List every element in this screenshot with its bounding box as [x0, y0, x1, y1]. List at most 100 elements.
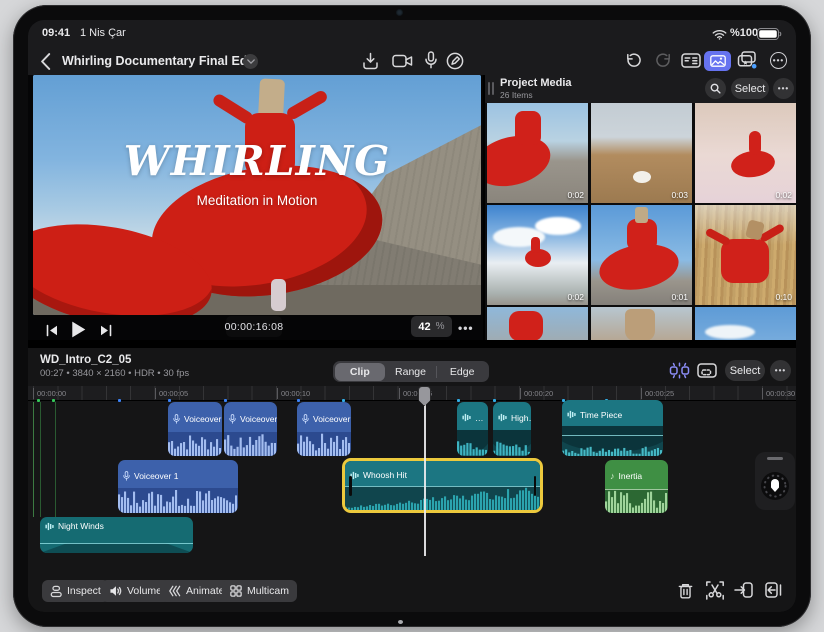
app-screen: 09:41 1 Nis Çar %100 Whirling Documentar… [28, 20, 796, 612]
status-date: 1 Nis Çar [80, 27, 126, 39]
ruler-label: 00:00:05 [155, 388, 188, 399]
delete-icon[interactable] [677, 582, 694, 600]
media-panel-header: Project Media 26 Items Select ••• [485, 75, 796, 103]
dancer-leg [271, 279, 286, 311]
timecode-display[interactable]: 00:00:16:08 [225, 316, 283, 337]
project-title-chevron-icon[interactable] [243, 54, 258, 69]
panel-drag-handle[interactable] [492, 82, 494, 95]
mode-clip[interactable]: Clip [334, 362, 386, 381]
search-icon[interactable] [705, 78, 726, 99]
timeline-clip-voiceover2b[interactable]: Voiceover 2 [224, 402, 277, 456]
ruler-label: 00:00:20 [520, 388, 553, 399]
marker-dot [224, 399, 227, 402]
mode-edge[interactable]: Edge [437, 363, 488, 381]
media-browser-toggle[interactable] [704, 51, 731, 71]
media-thumbnail[interactable]: 0:03 [591, 103, 692, 203]
clip-duration: 0:02 [567, 190, 584, 200]
playhead-line[interactable] [424, 386, 426, 556]
media-thumbnail[interactable]: 0:10 [695, 205, 796, 305]
timeline-clip-name: WD_Intro_C2_05 [40, 354, 132, 366]
multicam-icon [230, 585, 242, 597]
ruler-label: 00:00:00 [33, 388, 66, 399]
content-library-icon[interactable] [737, 51, 757, 69]
camera-icon[interactable] [392, 54, 413, 68]
clip-label: Voiceover 2 [240, 413, 277, 424]
media-item-count: 26 Items [500, 90, 533, 100]
media-thumbnail[interactable]: 0:02 [695, 103, 796, 203]
panel-drag-handle[interactable] [488, 82, 490, 95]
viewer-more-icon[interactable]: ••• [458, 321, 474, 335]
clip-label: Time Piece [580, 409, 623, 420]
timeline-clip-inertia[interactable]: ♪ Inertia [605, 460, 668, 513]
import-media-icon[interactable] [362, 52, 379, 70]
media-panel-title: Project Media [500, 77, 572, 89]
timeline-more-icon[interactable]: ••• [770, 360, 791, 381]
clip-duration: 0:03 [671, 190, 688, 200]
timeline-clip-voiceover1[interactable]: Voiceover 1 [118, 460, 238, 513]
media-thumbnail[interactable]: 0:02 [487, 205, 588, 305]
timeline-guide-line [33, 402, 34, 517]
volume-label: Volume [127, 585, 163, 597]
clip-overlay-mode-icon[interactable] [697, 362, 717, 379]
trim-handle-left[interactable] [349, 475, 352, 496]
timeline-guide-line [40, 402, 41, 517]
ruler-label: 00:00:25 [641, 388, 674, 399]
media-thumbnail[interactable] [591, 307, 692, 340]
play-icon[interactable] [70, 320, 87, 339]
back-icon[interactable] [40, 53, 51, 70]
media-select-button[interactable]: Select [731, 78, 769, 99]
pencil-tools-icon[interactable] [446, 52, 464, 70]
media-more-icon[interactable]: ••• [773, 78, 794, 99]
inspect-button[interactable]: Inspect [42, 580, 109, 602]
viewer-canvas[interactable]: WHIRLING Meditation in Motion [33, 75, 481, 315]
viewer-subtitle-overlay: Meditation in Motion [196, 193, 318, 208]
timeline-clip-voiceover3[interactable]: Voiceover 3 [297, 402, 351, 456]
jog-dial-icon [761, 472, 789, 500]
microphone-icon[interactable] [425, 51, 437, 69]
volume-icon [109, 585, 122, 597]
mode-range[interactable]: Range [385, 363, 436, 381]
timeline-clip-whooshhit-selected[interactable]: Whoosh Hit [342, 458, 543, 513]
animate-icon [168, 585, 181, 597]
snapping-icon[interactable] [669, 362, 690, 379]
split-clip-icon[interactable] [705, 581, 725, 600]
media-thumbnail[interactable]: 0:01 [591, 205, 692, 305]
timeline-clip-voiceover2[interactable]: Voiceover 2 [168, 402, 222, 456]
page: 09:41 1 Nis Çar %100 Whirling Documentar… [0, 0, 824, 632]
media-thumbnail[interactable] [487, 307, 588, 340]
project-title[interactable]: Whirling Documentary Final Edit [62, 54, 255, 68]
insert-clip-icon[interactable] [734, 581, 753, 599]
playhead-handle[interactable] [418, 386, 431, 406]
timeline-ruler[interactable]: 00:00:00 00:00:05 00:00:10 00:00:15 00:0… [28, 386, 796, 401]
viewer-title-overlay: WHIRLING [123, 137, 391, 185]
viewer-region: WHIRLING Meditation in Motion 00:00:16:0… [28, 75, 483, 340]
undo-icon[interactable] [623, 52, 641, 69]
battery-percent: %100 [730, 27, 759, 39]
media-thumbnail[interactable]: 0:02 [487, 103, 588, 203]
inspect-icon [50, 585, 62, 598]
redo-icon[interactable] [656, 52, 674, 69]
trim-handle-right[interactable] [533, 475, 536, 496]
previous-frame-icon[interactable] [46, 324, 58, 337]
marker-dot [297, 399, 300, 402]
inspect-label: Inspect [67, 585, 101, 597]
bezel-dot [398, 620, 403, 624]
animate-label: Animate [186, 585, 225, 597]
more-options-icon[interactable]: ••• [770, 52, 787, 69]
timeline-clip-high[interactable]: High… [493, 402, 531, 456]
overwrite-clip-icon[interactable] [763, 581, 782, 599]
timeline-clip-sfx[interactable]: … [457, 402, 488, 456]
clip-duration: 0:01 [671, 292, 688, 302]
inspector-toggle-icon[interactable] [681, 53, 701, 68]
clip-label: Voiceover 1 [134, 470, 179, 481]
multicam-button[interactable]: Multicam [222, 580, 298, 602]
media-thumbnail[interactable] [695, 307, 796, 340]
next-frame-icon[interactable] [100, 324, 112, 337]
timeline-clip-nightwinds[interactable]: Night Winds [40, 517, 193, 553]
zoom-level[interactable]: 42 % [411, 316, 452, 337]
timeline-select-button[interactable]: Select [725, 360, 765, 381]
photo-icon [709, 55, 726, 67]
timeline-clip-timepiece[interactable]: Time Piece [562, 400, 663, 456]
jog-grab-bar [767, 457, 783, 460]
jog-wheel[interactable] [755, 452, 795, 510]
